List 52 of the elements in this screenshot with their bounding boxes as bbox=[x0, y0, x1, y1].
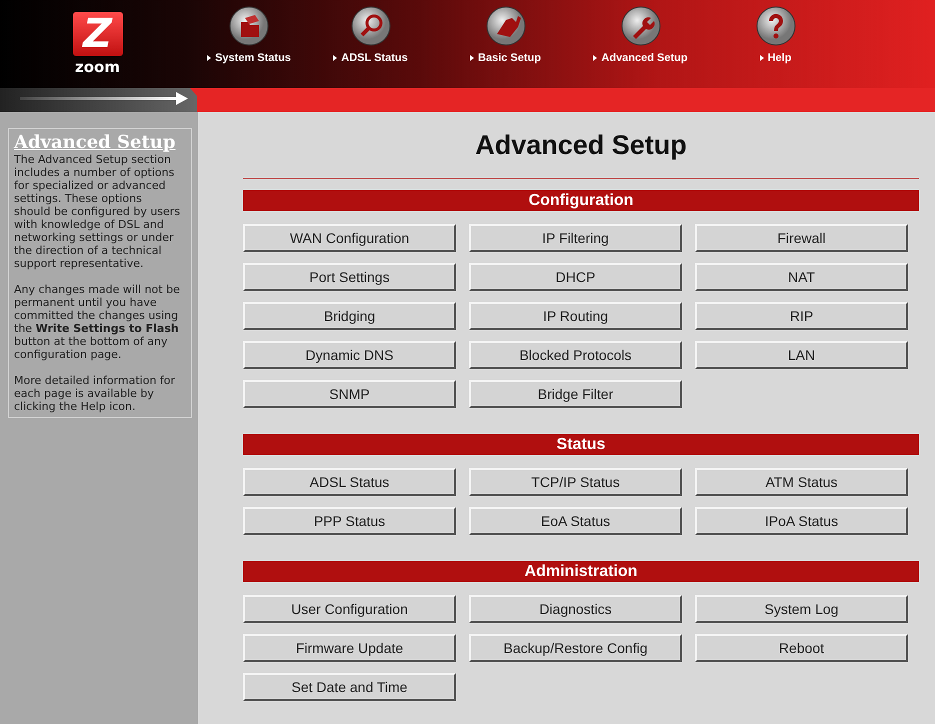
menu-button[interactable]: TCP/IP Status bbox=[469, 468, 682, 496]
menu-button[interactable]: IP Routing bbox=[469, 302, 682, 330]
triangle-icon bbox=[593, 55, 598, 61]
sidebar-paragraph: More detailed information for each page is available by clicking the Help icon. bbox=[14, 374, 176, 413]
sidebar-heading: Advanced Setup bbox=[14, 133, 176, 153]
sidebar-paragraph: The Advanced Setup section includes a number of options for specialized or advanced settings. These options should be configured by users with knowledge of DSL and networking settings or under the direction of a technical support representative. bbox=[14, 153, 181, 270]
folder-icon bbox=[229, 6, 269, 46]
menu-button[interactable]: ATM Status bbox=[695, 468, 908, 496]
menu-button[interactable]: PPP Status bbox=[243, 507, 456, 535]
nav-link[interactable]: System Status bbox=[195, 6, 303, 64]
menu-button[interactable]: Firewall bbox=[695, 224, 908, 252]
menu-button[interactable]: NAT bbox=[695, 263, 908, 291]
menu-button[interactable]: Backup/Restore Config bbox=[469, 634, 682, 662]
search-icon bbox=[350, 6, 390, 46]
section-header: Administration bbox=[243, 561, 919, 582]
menu-button[interactable]: User Configuration bbox=[243, 595, 456, 623]
wrench-icon bbox=[620, 6, 660, 46]
menu-button[interactable]: Firmware Update bbox=[243, 634, 456, 662]
menu-button[interactable]: Bridging bbox=[243, 302, 456, 330]
page-title: Advanced Setup bbox=[474, 130, 688, 162]
menu-button[interactable]: LAN bbox=[695, 341, 908, 369]
help-icon bbox=[756, 6, 796, 46]
menu-button[interactable]: Dynamic DNS bbox=[243, 341, 456, 369]
menu-button[interactable]: DHCP bbox=[469, 263, 682, 291]
menu-button[interactable]: Port Settings bbox=[243, 263, 456, 291]
menu-button[interactable]: WAN Configuration bbox=[243, 224, 456, 252]
triangle-icon bbox=[760, 55, 764, 61]
menu-button[interactable]: RIP bbox=[695, 302, 908, 330]
hand-icon bbox=[486, 6, 526, 46]
section-header: Configuration bbox=[243, 190, 919, 211]
triangle-icon bbox=[207, 55, 212, 61]
triangle-icon bbox=[333, 55, 338, 61]
menu-button[interactable]: IP Filtering bbox=[469, 224, 682, 252]
nav-link[interactable]: ADSL Status bbox=[303, 6, 438, 64]
menu-button[interactable]: EoA Status bbox=[469, 507, 682, 535]
logo-mark: Z bbox=[72, 12, 122, 56]
menu-button[interactable]: Reboot bbox=[695, 634, 908, 662]
menu-button[interactable]: Set Date and Time bbox=[243, 673, 456, 701]
section-header: Status bbox=[243, 434, 919, 455]
logo-text: zoom bbox=[75, 58, 120, 76]
nav-link[interactable]: Basic Setup bbox=[438, 6, 573, 64]
menu-button[interactable]: SNMP bbox=[243, 380, 456, 408]
menu-button[interactable]: System Log bbox=[695, 595, 908, 623]
menu-button[interactable]: Diagnostics bbox=[469, 595, 682, 623]
menu-button[interactable]: IPoA Status bbox=[695, 507, 908, 535]
nav-link[interactable]: Help bbox=[708, 6, 843, 64]
sidebar-paragraph: Any changes made will not be permanent until you have committed the changes using the Write Settings to Flash button at the bottom of any configuration page. bbox=[14, 283, 181, 361]
menu-button[interactable]: ADSL Status bbox=[243, 468, 456, 496]
menu-button[interactable]: Blocked Protocols bbox=[469, 341, 682, 369]
nav-link[interactable]: Advanced Setup bbox=[573, 6, 708, 64]
menu-button[interactable]: Bridge Filter bbox=[469, 380, 682, 408]
triangle-icon bbox=[470, 55, 474, 61]
